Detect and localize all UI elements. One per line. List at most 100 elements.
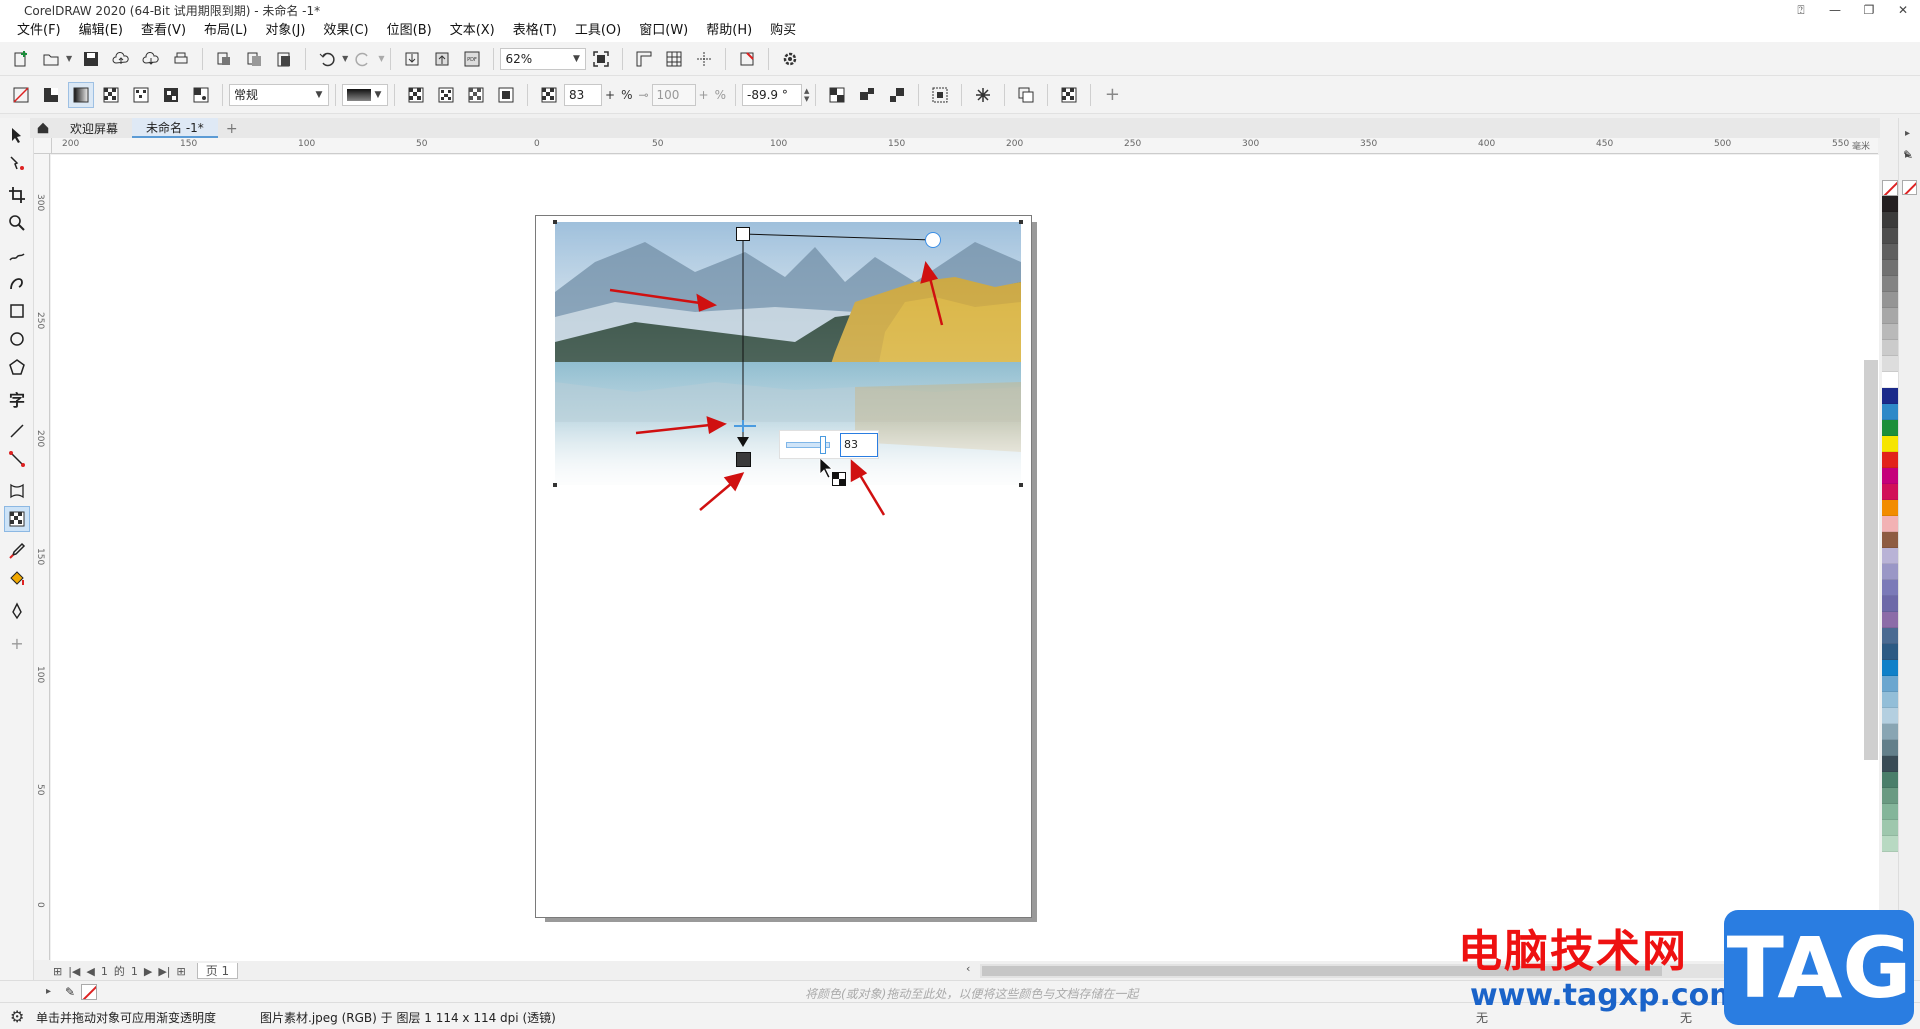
color-swatch[interactable] xyxy=(1882,260,1898,276)
freehand-tool[interactable] xyxy=(4,242,30,268)
color-swatch[interactable] xyxy=(1882,308,1898,324)
redo-button[interactable] xyxy=(350,46,376,72)
ruler-origin[interactable] xyxy=(34,138,52,154)
fountain-transparency-button[interactable] xyxy=(68,81,94,108)
color-swatch[interactable] xyxy=(1882,724,1898,740)
color-swatch[interactable] xyxy=(1882,820,1898,836)
cloud-download-button[interactable] xyxy=(138,46,164,72)
color-swatch[interactable] xyxy=(1882,740,1898,756)
menu-view[interactable]: 查看(V) xyxy=(132,20,195,42)
add-tool-button[interactable]: + xyxy=(4,630,30,656)
gradient-end-node[interactable] xyxy=(736,452,751,467)
rectangular-fountain-button[interactable] xyxy=(493,82,519,108)
color-swatch[interactable] xyxy=(1882,532,1898,548)
color-swatch[interactable] xyxy=(1882,436,1898,452)
color-swatch[interactable] xyxy=(1882,516,1898,532)
color-swatch[interactable] xyxy=(1882,212,1898,228)
copy-transparency-button[interactable] xyxy=(1013,82,1039,108)
color-swatch[interactable] xyxy=(1882,756,1898,772)
two-color-pattern-transparency-button[interactable] xyxy=(158,82,184,108)
undo-button[interactable] xyxy=(314,46,340,72)
uniform-transparency-button[interactable] xyxy=(38,82,64,108)
menu-table[interactable]: 表格(T) xyxy=(504,20,566,42)
add-button[interactable]: + xyxy=(1099,82,1125,108)
color-swatch[interactable] xyxy=(1882,692,1898,708)
color-swatch[interactable] xyxy=(1882,788,1898,804)
freeze-transparency-button[interactable] xyxy=(970,82,996,108)
eyedropper-tool[interactable] xyxy=(4,538,30,564)
tab-home[interactable] xyxy=(30,118,56,138)
expand-arrow-icon[interactable]: ▸ xyxy=(46,986,51,997)
popup-transparency-input[interactable]: 83 xyxy=(840,432,878,457)
full-screen-button[interactable] xyxy=(588,46,614,72)
edit-transparency-button[interactable] xyxy=(1056,82,1082,108)
plus-icon[interactable]: + xyxy=(605,88,615,102)
menu-layout[interactable]: 布局(L) xyxy=(195,20,256,42)
artistic-media-tool[interactable] xyxy=(4,270,30,296)
color-swatch[interactable] xyxy=(1882,836,1898,852)
ellipse-tool[interactable] xyxy=(4,326,30,352)
color-swatch[interactable] xyxy=(1882,228,1898,244)
interactive-fill-tool[interactable] xyxy=(4,566,30,592)
elliptical-fountain-button[interactable] xyxy=(433,82,459,108)
color-swatch[interactable] xyxy=(1882,244,1898,260)
texture-transparency-button[interactable] xyxy=(188,82,214,108)
show-grid-button[interactable] xyxy=(661,46,687,72)
transparency-slider[interactable] xyxy=(786,435,830,454)
color-swatch[interactable] xyxy=(1882,644,1898,660)
outline-pen-tool[interactable] xyxy=(4,598,30,624)
menu-window[interactable]: 窗口(W) xyxy=(630,20,697,42)
color-swatch[interactable] xyxy=(1882,388,1898,404)
horizontal-ruler[interactable]: 毫米 200 150 100 50 0 50 100 150 200 250 300 350 400 45… xyxy=(52,138,1878,154)
connector-tool[interactable] xyxy=(4,446,30,472)
vector-pattern-transparency-button[interactable] xyxy=(98,82,124,108)
eyedropper-icon[interactable]: ✎ xyxy=(65,985,75,999)
import-button[interactable] xyxy=(399,46,425,72)
show-rulers-button[interactable] xyxy=(631,46,657,72)
color-swatch[interactable] xyxy=(1882,596,1898,612)
docker-expand-arrow-icon[interactable]: ▸ xyxy=(1905,128,1910,139)
menu-text[interactable]: 文本(X) xyxy=(441,20,504,42)
color-swatch[interactable] xyxy=(1882,580,1898,596)
midpoint-input[interactable]: 100 xyxy=(651,83,696,106)
color-swatch[interactable] xyxy=(1882,772,1898,788)
color-swatch[interactable] xyxy=(1882,708,1898,724)
last-page-icon[interactable]: ▶| xyxy=(158,965,170,978)
linear-fountain-button[interactable] xyxy=(403,82,429,108)
paste-button[interactable] xyxy=(271,46,297,72)
save-button[interactable] xyxy=(78,46,104,72)
color-swatch[interactable] xyxy=(1882,452,1898,468)
color-swatch[interactable] xyxy=(1882,276,1898,292)
merge-mode-combo[interactable]: 常规 ▼ xyxy=(229,83,329,106)
color-swatch[interactable] xyxy=(1882,484,1898,500)
cut-button[interactable] xyxy=(211,46,237,72)
no-color-swatch[interactable] xyxy=(1902,180,1917,195)
color-swatch[interactable] xyxy=(1882,292,1898,308)
color-swatch[interactable] xyxy=(1882,420,1898,436)
conical-fountain-button[interactable] xyxy=(463,82,489,108)
new-document-button[interactable] xyxy=(8,46,34,72)
no-color-swatch[interactable] xyxy=(81,983,98,1000)
color-swatch[interactable] xyxy=(1882,676,1898,692)
zoom-level-combo[interactable]: 62% ▼ xyxy=(500,47,587,70)
selection-handle[interactable] xyxy=(1019,483,1023,487)
transparency-tool[interactable] xyxy=(4,506,30,532)
color-swatch[interactable] xyxy=(1882,564,1898,580)
pick-tool[interactable] xyxy=(4,122,30,148)
bitmap-pattern-transparency-button[interactable] xyxy=(128,82,154,108)
rectangle-tool[interactable] xyxy=(4,298,30,324)
snap-off-button[interactable] xyxy=(734,46,760,72)
free-scale-button[interactable] xyxy=(927,82,953,108)
no-transparency-button[interactable] xyxy=(8,82,34,108)
show-guidelines-button[interactable] xyxy=(691,46,717,72)
color-swatch[interactable] xyxy=(1882,500,1898,516)
vertical-scrollbar-thumb[interactable] xyxy=(1864,360,1878,760)
next-page-icon[interactable]: ▶ xyxy=(144,965,152,978)
color-swatch[interactable] xyxy=(1882,660,1898,676)
undo-dropdown-icon[interactable]: ▼ xyxy=(342,54,348,63)
hscroll-left-arrow-icon[interactable]: ‹ xyxy=(966,962,970,975)
vertical-ruler[interactable]: 300 250 200 150 100 50 0 xyxy=(34,154,50,960)
flip-transparency-button[interactable] xyxy=(824,82,850,108)
tab-welcome-screen[interactable]: 欢迎屏幕 xyxy=(56,118,132,138)
polygon-tool[interactable] xyxy=(4,354,30,380)
